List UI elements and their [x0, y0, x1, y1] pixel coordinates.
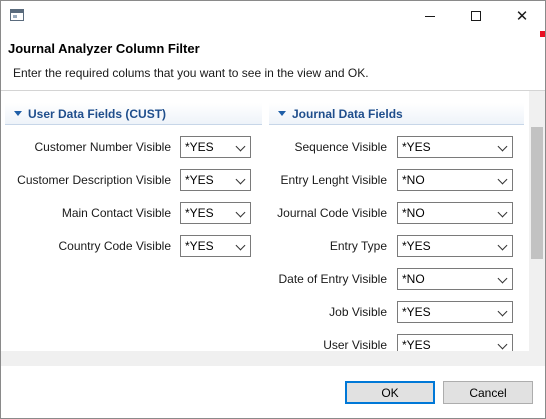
combo-value: *YES [402, 338, 431, 351]
dialog-window: ✕ Journal Analyzer Column Filter Enter t… [0, 0, 546, 419]
window-app-icon [10, 9, 24, 21]
field-label: Sequence Visible [294, 140, 387, 154]
field-label: Customer Number Visible [34, 140, 172, 154]
scrollbar-corner [529, 351, 545, 366]
field-combo[interactable]: *NO [397, 202, 513, 224]
combo-value: *NO [402, 272, 425, 286]
section-header-journal-data[interactable]: Journal Data Fields [269, 103, 524, 125]
scrollbar-thumb[interactable] [531, 127, 543, 259]
field-combo[interactable]: *NO [397, 169, 513, 191]
section-header-user-data[interactable]: User Data Fields (CUST) [5, 103, 262, 125]
field-label: Customer Description Visible [17, 173, 171, 187]
content-area: User Data Fields (CUST) Journal Data Fie… [1, 91, 545, 366]
combo-value: *YES [402, 305, 431, 319]
field-combo[interactable]: *YES [180, 136, 251, 158]
field-combo[interactable]: *NO [397, 268, 513, 290]
chevron-down-icon [497, 240, 508, 251]
combo-value: *YES [402, 239, 431, 253]
collapse-arrow-icon[interactable] [278, 111, 286, 116]
field-combo[interactable]: *YES [180, 169, 251, 191]
dialog-message: Enter the required colums that you want … [13, 66, 369, 80]
combo-value: *NO [402, 206, 425, 220]
section-title: Journal Data Fields [292, 106, 403, 121]
combo-value: *YES [185, 173, 214, 187]
field-combo[interactable]: *YES [397, 334, 513, 351]
dialog-title: Journal Analyzer Column Filter [8, 41, 200, 56]
minimize-icon [425, 15, 435, 17]
field-label: Date of Entry Visible [278, 272, 388, 286]
button-bar: OK Cancel [1, 366, 545, 418]
title-bar[interactable]: ✕ [1, 1, 545, 31]
chevron-down-icon [497, 174, 508, 185]
close-button[interactable]: ✕ [499, 1, 545, 31]
field-combo[interactable]: *YES [397, 235, 513, 257]
field-combo[interactable]: *YES [397, 136, 513, 158]
close-icon: ✕ [515, 6, 529, 25]
combo-value: *YES [185, 239, 214, 253]
field-label: Main Contact Visible [61, 206, 171, 220]
section-title: User Data Fields (CUST) [28, 106, 167, 121]
field-combo[interactable]: *YES [180, 202, 251, 224]
chevron-down-icon [497, 141, 508, 152]
chevron-down-icon [497, 207, 508, 218]
collapse-arrow-icon[interactable] [14, 111, 22, 116]
minimize-button[interactable] [407, 1, 453, 31]
field-label: Journal Code Visible [277, 206, 387, 220]
field-label: Country Code Visible [58, 239, 171, 253]
maximize-button[interactable] [453, 1, 499, 31]
combo-value: *YES [185, 206, 214, 220]
fields-scroll-pane[interactable]: User Data Fields (CUST) Journal Data Fie… [1, 91, 529, 351]
vertical-scrollbar[interactable] [529, 91, 545, 351]
chevron-down-icon [235, 174, 246, 185]
combo-value: *YES [185, 140, 214, 154]
chevron-down-icon [235, 207, 246, 218]
ok-button[interactable]: OK [345, 381, 435, 404]
close-accent-mark [540, 31, 545, 37]
combo-value: *NO [402, 173, 425, 187]
chevron-down-icon [235, 141, 246, 152]
combo-value: *YES [402, 140, 431, 154]
field-label: Entry Type [329, 239, 387, 253]
chevron-down-icon [497, 273, 508, 284]
chevron-down-icon [497, 306, 508, 317]
field-combo[interactable]: *YES [397, 301, 513, 323]
maximize-icon [471, 11, 481, 21]
chevron-down-icon [235, 240, 246, 251]
field-combo[interactable]: *YES [180, 235, 251, 257]
horizontal-scrollbar[interactable] [1, 351, 529, 366]
field-label: Entry Lenght Visible [280, 173, 387, 187]
cancel-button[interactable]: Cancel [443, 381, 533, 404]
field-label: User Visible [323, 338, 387, 351]
chevron-down-icon [497, 339, 508, 350]
field-label: Job Visible [329, 305, 387, 319]
